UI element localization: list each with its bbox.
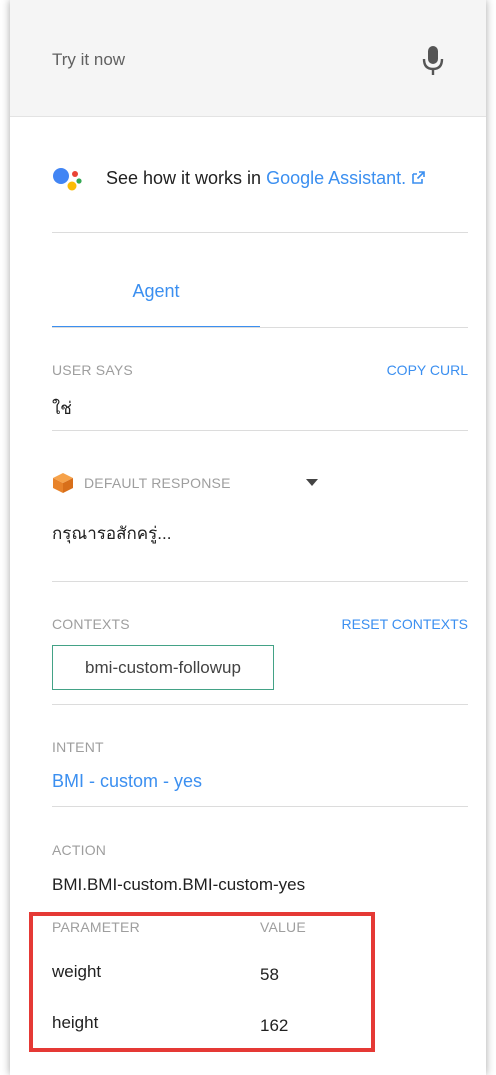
action-caption: ACTION xyxy=(52,842,107,858)
copy-curl-button[interactable]: COPY CURL xyxy=(387,362,468,378)
divider xyxy=(52,430,468,431)
parameter-value: 162 xyxy=(260,1016,289,1035)
google-assistant-prefix: See how it works in xyxy=(106,168,267,188)
user-says-caption: USER SAYS xyxy=(52,362,133,378)
response-cube-icon xyxy=(53,473,73,493)
dropdown-caret-icon[interactable] xyxy=(306,479,318,486)
try-it-now-bar: Try it now xyxy=(10,0,486,117)
divider xyxy=(52,327,468,328)
google-assistant-link[interactable]: Google Assistant. xyxy=(266,168,406,188)
reset-contexts-button[interactable]: RESET CONTEXTS xyxy=(341,616,468,632)
divider xyxy=(52,232,468,233)
context-chip[interactable]: bmi-custom-followup xyxy=(52,645,274,690)
parameter-name: weight xyxy=(52,962,102,981)
user-says-value: ใช่ xyxy=(52,399,72,418)
tab-agent[interactable]: Agent xyxy=(52,270,260,328)
intent-caption: INTENT xyxy=(52,739,104,755)
parameter-name: height xyxy=(52,1013,99,1032)
try-it-now-input[interactable]: Try it now xyxy=(52,50,125,70)
default-response-value: กรุณารอสักครู่... xyxy=(52,524,172,543)
parameter-column-header: PARAMETER xyxy=(52,919,140,935)
microphone-icon[interactable] xyxy=(422,44,444,78)
value-column-header: VALUE xyxy=(260,919,306,935)
try-it-now-panel: Try it now See how it works in Google As… xyxy=(10,0,486,1075)
external-link-icon[interactable] xyxy=(410,170,426,186)
default-response-caption: DEFAULT RESPONSE xyxy=(84,475,231,491)
divider xyxy=(52,806,468,807)
contexts-caption: CONTEXTS xyxy=(52,616,130,632)
divider xyxy=(52,704,468,705)
action-value: BMI.BMI-custom.BMI-custom-yes xyxy=(52,875,306,894)
google-assistant-row: See how it works in Google Assistant. xyxy=(52,164,472,194)
google-assistant-icon xyxy=(53,168,82,191)
parameter-value: 58 xyxy=(260,965,279,984)
divider xyxy=(52,581,468,582)
intent-link[interactable]: BMI - custom - yes xyxy=(52,771,202,792)
google-assistant-text: See how it works in Google Assistant. xyxy=(106,168,426,189)
